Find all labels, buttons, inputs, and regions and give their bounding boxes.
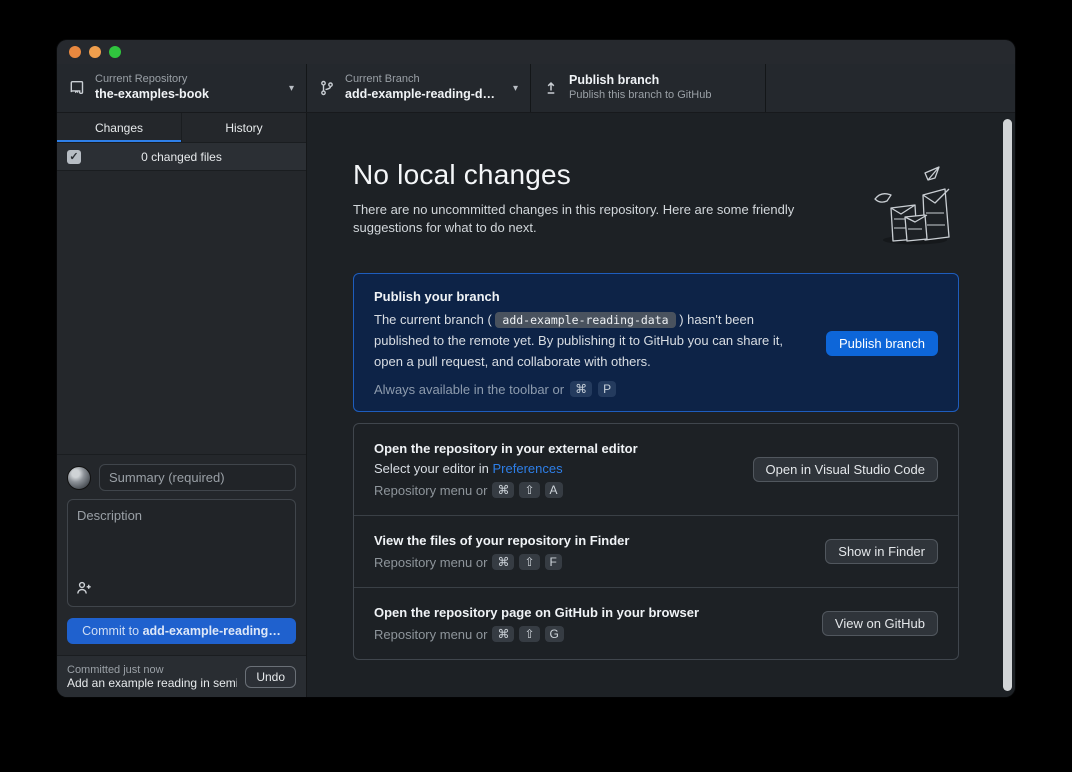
undo-texts: Committed just now Add an example readin…	[67, 664, 237, 690]
commit-button-branch: add-example-reading…	[143, 624, 281, 638]
suggestion-hint: Repository menu or ⌘ ⇧ A	[374, 482, 638, 498]
sidebar-tabs: Changes History	[57, 113, 306, 143]
current-branch-dropdown[interactable]: Current Branch add-example-reading-d… ▾	[307, 64, 531, 112]
publish-arrow-icon	[543, 80, 559, 96]
publish-branch-text: Publish branch Publish this branch to Gi…	[569, 73, 753, 102]
undo-commit-row: Committed just now Add an example readin…	[57, 655, 306, 697]
suggestion-hint: Repository menu or ⌘ ⇧ F	[374, 554, 629, 570]
publish-branch-subtitle: Publish this branch to GitHub	[569, 89, 753, 103]
commit-form	[57, 454, 306, 607]
suggestion-title: Open the repository in your external edi…	[374, 441, 638, 456]
branch-name-pill: add-example-reading-data	[495, 312, 675, 328]
current-branch-value: add-example-reading-d…	[345, 87, 505, 103]
minimize-window-button[interactable]	[89, 46, 101, 58]
publish-branch-button[interactable]: Publish branch	[826, 331, 938, 356]
publish-card-body-pre: The current branch (	[374, 312, 492, 327]
key-a: A	[545, 482, 563, 498]
suggestion-hint: Repository menu or ⌘ ⇧ G	[374, 626, 699, 642]
key-p: P	[598, 381, 616, 397]
publish-card-hint: Always available in the toolbar or ⌘ P	[374, 381, 802, 397]
current-repository-value: the-examples-book	[95, 87, 281, 103]
main-header: No local changes There are no uncommitte…	[353, 159, 959, 252]
select-all-checkbox[interactable]: ✓	[67, 150, 81, 164]
changes-file-list	[57, 171, 306, 454]
main-header-text: No local changes There are no uncommitte…	[353, 159, 863, 237]
add-coauthor-icon[interactable]	[76, 581, 92, 600]
suggestion-show-finder: View the files of your repository in Fin…	[354, 515, 958, 587]
key-f: F	[545, 554, 562, 570]
close-window-button[interactable]	[69, 46, 81, 58]
view-on-github-button[interactable]: View on GitHub	[822, 611, 938, 636]
select-editor-text: Select your editor in	[374, 461, 493, 476]
main-scrollbar-thumb[interactable]	[1003, 119, 1012, 691]
suggestions-container: Open the repository in your external edi…	[353, 423, 959, 660]
zoom-window-button[interactable]	[109, 46, 121, 58]
titlebar	[57, 40, 1015, 64]
description-box	[67, 499, 296, 607]
current-repository-text: Current Repository the-examples-book	[95, 73, 281, 102]
publish-card-title: Publish your branch	[374, 289, 802, 304]
chevron-down-icon: ▾	[513, 83, 518, 94]
changed-files-row: ✓ 0 changed files	[57, 143, 306, 171]
commit-button-prefix: Commit to	[82, 624, 142, 638]
command-key-icon: ⌘	[492, 482, 514, 498]
key-g: G	[545, 626, 564, 642]
toolbar: Current Repository the-examples-book ▾ C…	[57, 64, 1015, 113]
commit-message: Add an example reading in semi-…	[67, 676, 237, 690]
changed-files-count: 0 changed files	[81, 150, 282, 164]
commit-button[interactable]: Commit to add-example-reading…	[67, 618, 296, 644]
suggestion-show-finder-text: View the files of your repository in Fin…	[374, 533, 629, 570]
current-repository-label: Current Repository	[95, 73, 281, 87]
command-key-icon: ⌘	[492, 554, 514, 570]
command-key-icon: ⌘	[570, 381, 592, 397]
current-repository-dropdown[interactable]: Current Repository the-examples-book ▾	[57, 64, 307, 112]
tab-changes[interactable]: Changes	[57, 113, 181, 142]
current-branch-label: Current Branch	[345, 73, 505, 87]
suggestion-title: View the files of your repository in Fin…	[374, 533, 629, 548]
page-title: No local changes	[353, 159, 863, 191]
summary-input[interactable]	[99, 464, 296, 491]
publish-card-body: The current branch ( add-example-reading…	[374, 310, 802, 372]
description-input[interactable]	[68, 500, 295, 580]
hint-text: Repository menu or	[374, 483, 487, 498]
current-branch-text: Current Branch add-example-reading-d…	[345, 73, 505, 102]
publish-branch-toolbar-button[interactable]: Publish branch Publish this branch to Gi…	[531, 64, 766, 112]
show-in-finder-button[interactable]: Show in Finder	[825, 539, 938, 564]
no-changes-illustration	[863, 163, 955, 252]
main-panel: No local changes There are no uncommitte…	[307, 113, 1015, 697]
traffic-lights	[69, 46, 121, 58]
open-in-editor-button[interactable]: Open in Visual Studio Code	[753, 457, 938, 482]
avatar	[67, 466, 91, 490]
publish-branch-title: Publish branch	[569, 73, 753, 89]
suggestion-title: Open the repository page on GitHub in yo…	[374, 605, 699, 620]
sidebar: Changes History ✓ 0 changed files	[57, 113, 307, 697]
repo-icon	[69, 80, 85, 96]
undo-button[interactable]: Undo	[245, 666, 296, 688]
github-desktop-window: Current Repository the-examples-book ▾ C…	[57, 40, 1015, 697]
hint-text: Repository menu or	[374, 627, 487, 642]
suggestion-line2: Select your editor in Preferences	[374, 461, 638, 476]
page-subtitle: There are no uncommitted changes in this…	[353, 201, 863, 237]
suggestion-view-github: Open the repository page on GitHub in yo…	[354, 587, 958, 659]
publish-card-text: Publish your branch The current branch (…	[374, 289, 802, 397]
suggestion-open-editor-text: Open the repository in your external edi…	[374, 441, 638, 498]
hint-text: Repository menu or	[374, 555, 487, 570]
shift-key-icon: ⇧	[519, 626, 539, 642]
command-key-icon: ⌘	[492, 626, 514, 642]
suggestion-open-editor: Open the repository in your external edi…	[354, 424, 958, 515]
shift-key-icon: ⇧	[519, 554, 539, 570]
tab-history[interactable]: History	[181, 113, 306, 142]
summary-row	[67, 464, 296, 491]
chevron-down-icon: ▾	[289, 83, 294, 94]
shift-key-icon: ⇧	[519, 482, 539, 498]
suggestion-view-github-text: Open the repository page on GitHub in yo…	[374, 605, 699, 642]
content: Changes History ✓ 0 changed files	[57, 113, 1015, 697]
publish-branch-card: Publish your branch The current branch (…	[353, 273, 959, 412]
preferences-link[interactable]: Preferences	[493, 461, 563, 476]
publish-hint-text: Always available in the toolbar or	[374, 382, 564, 397]
branch-icon	[319, 80, 335, 96]
commit-status: Committed just now	[67, 664, 237, 676]
